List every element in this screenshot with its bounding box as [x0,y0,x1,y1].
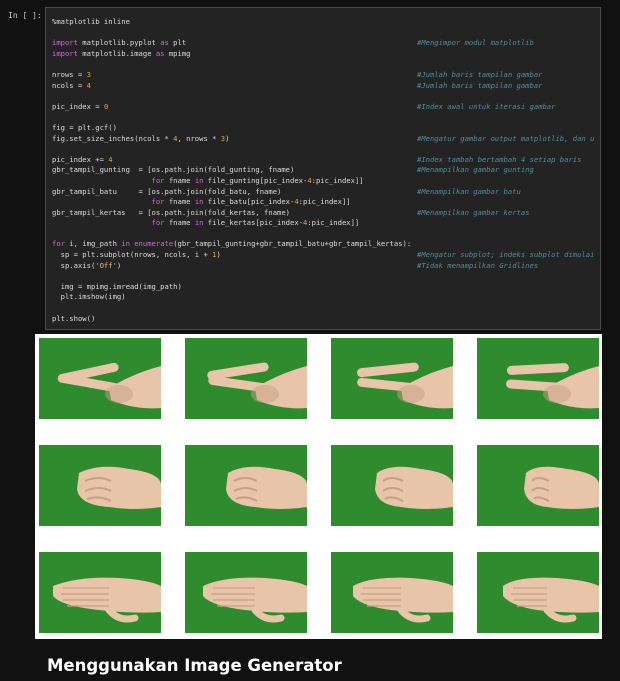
section-heading: Menggunakan Image Generator [47,656,342,675]
code-text: sp = plt.subplot(nrows, ncols, i + 1) [52,250,221,260]
code-comment: #Mengatur subplot; indeks subplot dimula… [417,250,595,260]
code-line: for fname in file_kertas[pic_index-4:pic… [52,218,596,229]
code-line: for fname in file_batu[pic_index-4:pic_i… [52,197,596,208]
output-area [35,334,602,639]
code-text: pic_index = 0 [52,101,109,111]
scissors-hand-3-image [331,338,453,419]
code-text: nrows = 3 [52,69,91,79]
rock-hand-4-image [477,445,599,526]
code-text: %matplotlib inline [52,17,130,26]
code-text: fig = plt.gcf() [52,122,117,132]
code-line: pic_index = 0 #Index awal untuk iterasi g… [52,102,596,113]
code-comment: #Tidak menampilkan Gridlines [417,260,539,270]
code-line: gbr_tampil_gunting = [os.path.join(fold_… [52,165,596,176]
code-comment: #Index awal untuk iterasi gambar [417,101,556,111]
code-line: plt.imshow(img) [52,292,596,303]
paper-hand-2-image [185,552,307,633]
code-text: for fname in file_batu[pic_index-4:pic_i… [151,197,351,207]
image-grid [39,338,599,633]
code-line: fig = plt.gcf() [52,123,596,134]
code-comment: #Mengatur gambar output matplotlib, dan … [417,133,595,143]
code-line: pic_index += 4 #Index tambah bertambah 4 … [52,155,596,166]
code-comment: #Jumlah baris tampilan gambar [417,69,543,79]
code-line: import matplotlib.image as mpimg [52,49,596,60]
code-text: for fname in file_kertas[pic_index-4:pic… [151,218,360,228]
code-line: sp.axis('Off') #Tidak menampilkan Gridlin… [52,261,596,272]
cell-prompt: In [ ]: [8,11,42,20]
scissors-hand-2-image [185,338,307,419]
code-comment: #Jumlah baris tampilan gambar [417,80,543,90]
code-text: gbr_tampil_kertas = [os.path.join(fold_k… [52,207,290,217]
code-text: gbr_tampil_batu = [os.path.join(fold_bat… [52,186,282,196]
code-comment: #Menampilkan gambar gunting [417,165,534,175]
paper-hand-3-image [331,552,453,633]
code-comment: #Mengimpor modul matplotlib [417,38,534,48]
code-text: fig.set_size_inches(ncols * 4, nrows * 3… [52,133,230,143]
code-comment: #Menampilkan gambar kertas [417,207,530,217]
code-line: gbr_tampil_kertas = [os.path.join(fold_k… [52,208,596,219]
code-line: img = mpimg.imread(img_path) [52,282,596,293]
rock-hand-2-image [185,445,307,526]
code-text: pic_index += 4 [52,154,113,164]
code-text: for fname in file_gunting[pic_index-4:pi… [151,175,364,185]
code-line: gbr_tampil_batu = [os.path.join(fold_bat… [52,187,596,198]
code-line: plt.show() [52,314,596,325]
code-text: sp.axis('Off') [52,260,122,270]
code-editor[interactable]: %matplotlib inline import matplotlib.pypl… [52,17,596,324]
code-cell[interactable]: %matplotlib inline import matplotlib.pypl… [45,7,601,330]
code-line: nrows = 3 #Jumlah baris tampilan gambar [52,70,596,81]
paper-hand-1-image [39,552,161,633]
code-comment: #Index tambah bertambah 4 setiap baris [417,154,582,164]
code-line: fig.set_size_inches(ncols * 4, nrows * 3… [52,134,596,145]
code-text: plt.imshow(img) [52,292,126,302]
code-comment: #Menampilkan gambar batu [417,186,521,196]
rock-hand-1-image [39,445,161,526]
scissors-hand-4-image [477,338,599,419]
code-text: gbr_tampil_gunting = [os.path.join(fold_… [52,165,295,175]
code-text: img = mpimg.imread(img_path) [52,281,182,291]
code-line: import matplotlib.pyplot as plt #Mengimpo… [52,38,596,49]
code-line: sp = plt.subplot(nrows, ncols, i + 1) #Me… [52,250,596,261]
code-text: import matplotlib.pyplot as plt [52,38,187,48]
code-text: for i, img_path in enumerate(gbr_tampil_… [52,239,412,249]
code-text: plt.show() [52,313,96,323]
code-line: for i, img_path in enumerate(gbr_tampil_… [52,239,596,250]
code-text: import matplotlib.image as mpimg [52,48,191,58]
code-line: for fname in file_gunting[pic_index-4:pi… [52,176,596,187]
code-line: ncols = 4 #Jumlah baris tampilan gambar [52,81,596,92]
code-text: ncols = 4 [52,80,91,90]
paper-hand-4-image [477,552,599,633]
scissors-hand-1-image [39,338,161,419]
rock-hand-3-image [331,445,453,526]
code-line: %matplotlib inline [52,17,596,28]
